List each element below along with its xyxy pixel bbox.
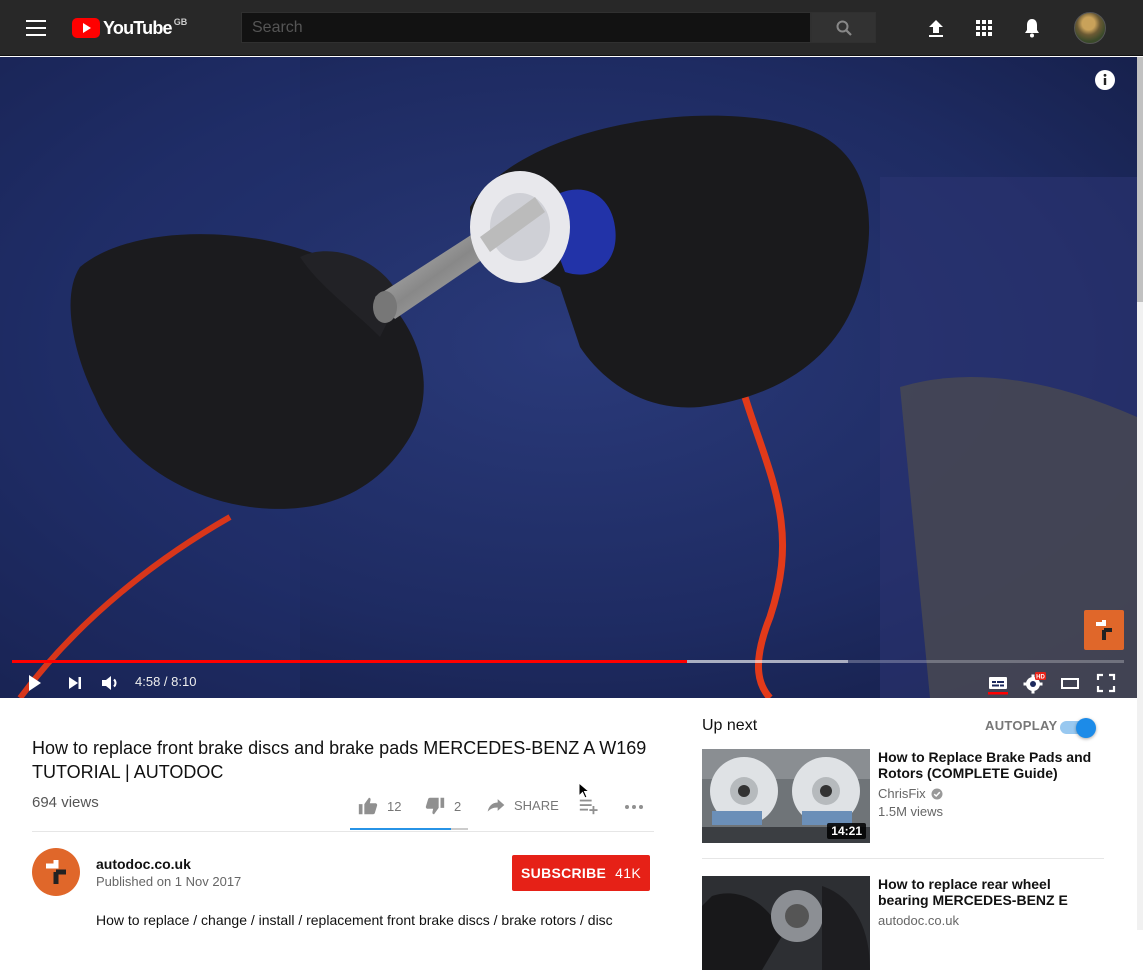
mouse-cursor-icon	[578, 782, 590, 799]
share-label: SHARE	[514, 797, 559, 813]
sentiment-bar	[350, 828, 468, 830]
publish-date: Published on 1 Nov 2017	[96, 874, 242, 889]
like-count: 12	[387, 798, 402, 814]
search-input[interactable]: Search	[241, 12, 811, 43]
upload-icon[interactable]	[924, 16, 948, 40]
hd-badge-label: HD	[1036, 674, 1045, 680]
channel-avatar[interactable]	[32, 848, 80, 896]
recommendation-channel: autodoc.co.uk	[878, 913, 959, 928]
played-progress	[12, 660, 687, 663]
logo-text: YouTube	[103, 18, 173, 38]
autoplay-label: AUTOPLAY	[985, 718, 1058, 733]
channel-name[interactable]: autodoc.co.uk	[96, 856, 191, 872]
verified-check-icon	[931, 788, 943, 799]
recommendation-thumbnail[interactable]	[702, 876, 870, 970]
fullscreen-icon[interactable]	[1094, 671, 1118, 695]
dislike-count: 2	[454, 798, 462, 814]
scrollbar-thumb[interactable]	[1137, 57, 1143, 302]
apps-grid-icon[interactable]	[972, 16, 996, 40]
recommendation-channel-name: autodoc.co.uk	[878, 913, 959, 928]
toggle-knob	[1076, 718, 1096, 738]
search-button[interactable]	[811, 12, 876, 43]
youtube-play-icon	[72, 18, 100, 38]
time-display: 4:58 / 8:10	[135, 674, 197, 689]
thumbnail-image	[702, 876, 870, 970]
autoplay-toggle[interactable]	[1060, 718, 1096, 738]
progress-bar[interactable]	[12, 660, 1124, 663]
recommendation-channel: ChrisFix	[878, 786, 943, 801]
account-avatar[interactable]	[1074, 12, 1106, 44]
volume-icon[interactable]	[98, 671, 122, 695]
dislike-button[interactable]: 2	[424, 795, 461, 817]
recommendation-thumbnail[interactable]: 14:21	[702, 749, 870, 843]
like-ratio-fill	[350, 828, 452, 830]
logo-region: GB	[173, 17, 188, 27]
channel-watermark[interactable]	[1084, 610, 1124, 650]
share-button[interactable]: SHARE	[486, 795, 559, 815]
masthead: YouTube GB Search	[0, 0, 1143, 56]
autodoc-logo-icon	[1096, 620, 1112, 640]
video-frame	[0, 57, 1137, 698]
recommendation-title[interactable]: How to replace rear wheel bearing MERCED…	[878, 876, 1103, 908]
theater-mode-icon[interactable]	[1058, 671, 1082, 695]
more-actions-icon[interactable]	[623, 797, 645, 817]
autodoc-logo-icon	[46, 860, 66, 884]
video-duration: 14:21	[827, 823, 866, 839]
recommendation-channel-name: ChrisFix	[878, 786, 926, 801]
recommendation-views: 1.5M views	[878, 804, 944, 819]
share-arrow-icon	[487, 799, 505, 812]
page-scrollbar[interactable]	[1137, 57, 1143, 930]
subscribe-button[interactable]: SUBSCRIBE 41K	[512, 855, 650, 891]
notifications-bell-icon[interactable]	[1020, 16, 1044, 40]
settings-gear-icon[interactable]: HD	[1022, 671, 1046, 695]
video-description: How to replace / change / install / repl…	[96, 912, 613, 928]
view-count: 694 views	[32, 794, 99, 811]
play-icon[interactable]	[22, 671, 46, 695]
subscribe-label: SUBSCRIBE	[521, 865, 607, 881]
up-next-heading: Up next	[702, 717, 758, 734]
subscriber-count: 41K	[615, 865, 641, 881]
like-button[interactable]: 12	[357, 795, 401, 817]
recommendation-title[interactable]: How to Replace Brake Pads and Rotors (CO…	[878, 749, 1103, 781]
recommendation-divider	[702, 858, 1104, 859]
video-player[interactable]: 4:58 / 8:10 HD	[0, 57, 1137, 698]
thumbs-up-icon	[358, 797, 378, 815]
subtitles-icon[interactable]	[986, 671, 1010, 695]
info-icon[interactable]	[1094, 69, 1116, 91]
next-video-icon[interactable]	[63, 671, 87, 695]
video-title: How to replace front brake discs and bra…	[32, 738, 647, 782]
menu-icon[interactable]	[26, 20, 46, 36]
thumbs-down-icon	[425, 797, 445, 815]
search-icon	[836, 20, 852, 36]
section-divider	[32, 831, 654, 832]
youtube-logo[interactable]: YouTube GB	[72, 17, 187, 39]
